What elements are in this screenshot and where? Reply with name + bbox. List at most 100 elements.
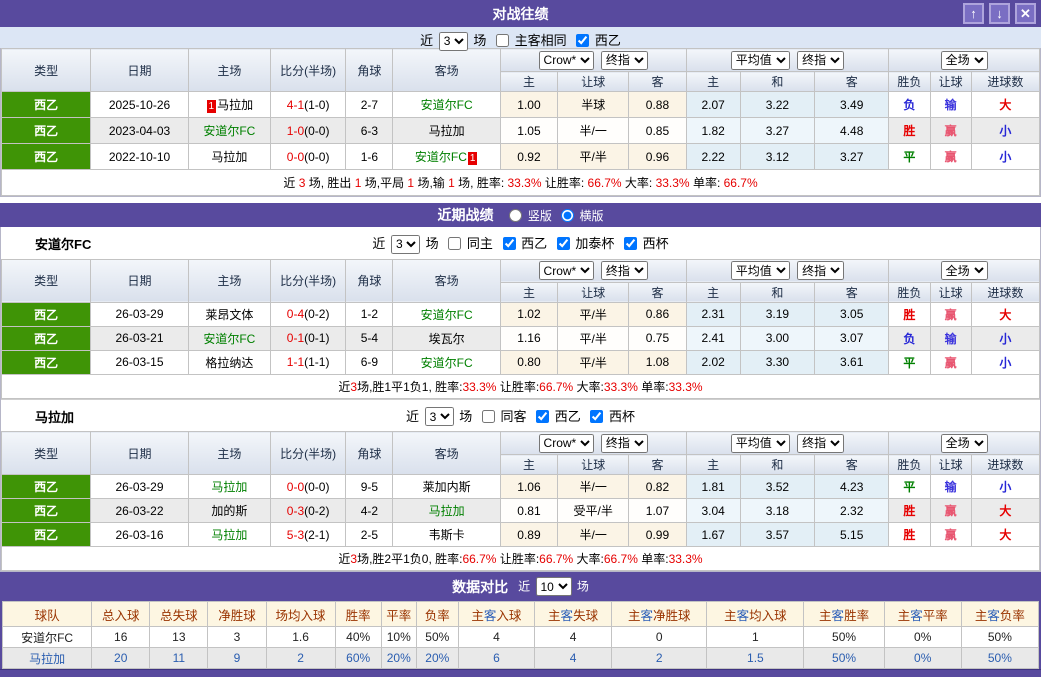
- table-row: 安道尔FC 16 13 3 1.6 40% 10% 50% 4 4 0 1 50…: [3, 627, 1039, 648]
- stat-cell: 9: [208, 648, 266, 669]
- avg-away-cell: 3.07: [815, 326, 889, 350]
- final-index-select[interactable]: 终指: [601, 261, 648, 280]
- stat-cell: 50%: [804, 627, 884, 648]
- sub-col-draw-avg: 和: [740, 455, 814, 475]
- col-corner: 角球: [346, 49, 393, 92]
- move-up-button[interactable]: ↑: [963, 3, 984, 24]
- same-home-checkbox[interactable]: [448, 237, 461, 250]
- copa-del-rey-checkbox[interactable]: [624, 237, 637, 250]
- h2h-near-count-select[interactable]: 3: [439, 32, 468, 51]
- vertical-layout-radio[interactable]: [509, 209, 522, 222]
- stat-cell: 50%: [804, 648, 884, 669]
- odds-group-1: Crow* 终指: [500, 259, 686, 282]
- final-index-select-2[interactable]: 终指: [797, 51, 844, 70]
- away-team-cell: 安道尔FC: [393, 350, 500, 374]
- goals-result-cell: 大: [971, 523, 1039, 547]
- date-cell: 26-03-29: [91, 475, 188, 499]
- same-home-away-checkbox[interactable]: [496, 34, 509, 47]
- avg-home-cell: 2.22: [686, 144, 740, 170]
- final-index-select-2[interactable]: 终指: [797, 261, 844, 280]
- sub-col-wdl: 胜负: [889, 72, 930, 92]
- wdl-result-cell: 负: [889, 92, 930, 118]
- red-card-badge: 1: [207, 100, 217, 113]
- near-label: 近: [420, 33, 433, 48]
- sub-col-goals: 进球数: [971, 72, 1039, 92]
- odds-group-2: 平均值 终指: [686, 259, 889, 282]
- col-home: 主场: [188, 259, 270, 302]
- avg-away-cell: 5.15: [815, 523, 889, 547]
- same-away-checkbox[interactable]: [482, 410, 495, 423]
- crow-select[interactable]: Crow*: [539, 434, 594, 453]
- final-index-select-2[interactable]: 终指: [797, 434, 844, 453]
- horizontal-layout-radio[interactable]: [561, 209, 574, 222]
- avg-home-cell: 2.41: [686, 326, 740, 350]
- away-team-cell: 马拉加: [393, 499, 500, 523]
- sub-col-wdl: 胜负: [889, 455, 930, 475]
- sub-col-home-odds: 主: [500, 72, 557, 92]
- odds-group-2: 平均值 终指: [686, 49, 889, 72]
- copa-del-rey-checkbox[interactable]: [590, 410, 603, 423]
- average-select[interactable]: 平均值: [731, 434, 790, 453]
- col-win-rate: 胜率: [335, 602, 381, 627]
- col-score: 比分(半场): [271, 49, 346, 92]
- corner-cell: 1-2: [346, 302, 393, 326]
- corner-cell: 1-6: [346, 144, 393, 170]
- league-xiyi-label: 西乙: [555, 409, 581, 424]
- stat-cell: 1.5: [707, 648, 804, 669]
- final-index-select[interactable]: 终指: [601, 51, 648, 70]
- catalonia-cup-checkbox[interactable]: [557, 237, 570, 250]
- final-index-select[interactable]: 终指: [601, 434, 648, 453]
- copa-del-rey-label: 西杯: [609, 409, 635, 424]
- corner-cell: 2-5: [346, 523, 393, 547]
- home-team-cell: 格拉纳达: [188, 350, 270, 374]
- league-xiyi-checkbox[interactable]: [503, 237, 516, 250]
- sub-col-handicap: 让球: [558, 282, 629, 302]
- odds-handicap-cell: 半球: [558, 92, 629, 118]
- horizontal-layout-label: 横版: [580, 209, 604, 223]
- summary-row: 近3场,胜2平1负0, 胜率:66.7% 让胜率:66.7% 大率:66.7% …: [2, 547, 1040, 571]
- league-type-cell: 西乙: [2, 350, 91, 374]
- compare-near-count-select[interactable]: 10: [536, 577, 572, 596]
- sub-col-away-avg: 客: [815, 455, 889, 475]
- col-total-conceded: 总失球: [150, 602, 208, 627]
- compare-titlebar: 数据对比 近 10 场: [2, 572, 1039, 601]
- crow-select[interactable]: Crow*: [539, 261, 594, 280]
- stat-cell: 2: [612, 648, 707, 669]
- odds-home-cell: 0.81: [500, 499, 557, 523]
- score-cell: 1-1(1-1): [271, 350, 346, 374]
- avg-away-cell: 3.61: [815, 350, 889, 374]
- col-ha-goal-diff: 主客净胜球: [612, 602, 707, 627]
- move-down-button[interactable]: ↓: [989, 3, 1010, 24]
- avg-away-cell: 3.27: [815, 144, 889, 170]
- near-label: 近: [372, 236, 385, 251]
- wdl-result-cell: 负: [889, 326, 930, 350]
- full-match-select[interactable]: 全场: [941, 434, 988, 453]
- full-match-select[interactable]: 全场: [941, 261, 988, 280]
- h2h-titlebar: 对战往绩 ↑ ↓ ✕: [0, 0, 1041, 27]
- full-match-select[interactable]: 全场: [941, 51, 988, 70]
- corner-cell: 6-3: [346, 118, 393, 144]
- average-select[interactable]: 平均值: [731, 261, 790, 280]
- malaga-near-count-select[interactable]: 3: [425, 407, 454, 426]
- stat-cell: 1.6: [266, 627, 335, 648]
- corner-cell: 4-2: [346, 499, 393, 523]
- stat-cell: 40%: [335, 627, 381, 648]
- col-ha-draw-rate: 主客平率: [884, 602, 961, 627]
- league-type-cell: 西乙: [2, 92, 91, 118]
- next-section-bar: [0, 669, 1041, 677]
- stat-cell: 13: [150, 627, 208, 648]
- stat-cell: 4: [534, 648, 611, 669]
- away-team-cell: 埃瓦尔: [393, 326, 500, 350]
- same-away-label: 同客: [500, 409, 526, 424]
- andorra-near-count-select[interactable]: 3: [391, 235, 420, 254]
- league-xiyi-checkbox[interactable]: [536, 410, 549, 423]
- average-select[interactable]: 平均值: [731, 51, 790, 70]
- stat-cell: 2: [266, 648, 335, 669]
- odds-home-cell: 1.05: [500, 118, 557, 144]
- league-xiyi-checkbox[interactable]: [576, 34, 589, 47]
- crow-select[interactable]: Crow*: [539, 51, 594, 70]
- col-type: 类型: [2, 259, 91, 302]
- col-corner: 角球: [346, 432, 393, 475]
- close-button[interactable]: ✕: [1015, 3, 1036, 24]
- col-away: 客场: [393, 49, 500, 92]
